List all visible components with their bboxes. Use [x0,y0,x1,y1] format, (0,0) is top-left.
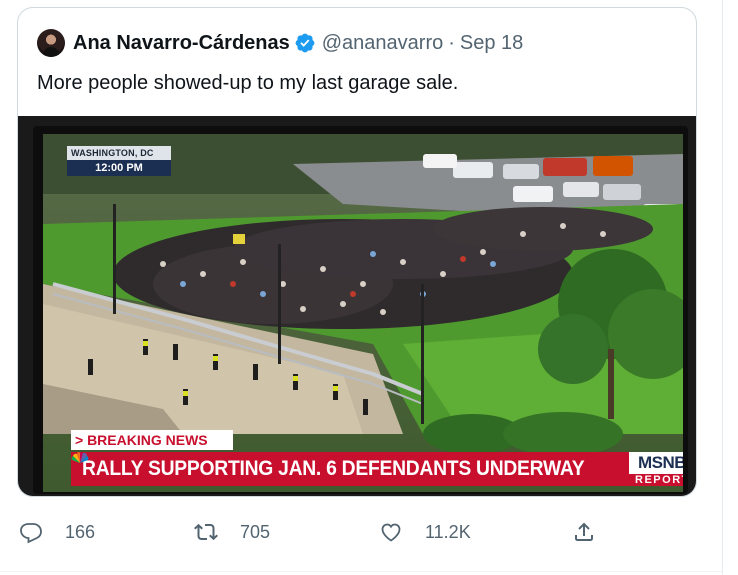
news-chyron: RALLY SUPPORTING JAN. 6 DEFENDANTS UNDER… [71,452,683,486]
quoted-tweet-header: Ana Navarro-Cárdenas @ananavarro · Sep 1… [37,27,523,59]
tv-screen: WASHINGTON, DC 12:00 PM > BREAKING NEWS … [43,134,683,492]
peacock-icon [71,452,89,463]
user-handle[interactable]: @ananavarro [322,32,443,55]
like-button[interactable]: 11.2K [379,514,471,550]
display-name[interactable]: Ana Navarro-Cárdenas [73,32,290,55]
retweet-icon [194,523,218,541]
separator-dot: · [448,31,455,54]
reply-button[interactable]: 166 [19,514,95,550]
like-count: 11.2K [425,521,471,542]
news-locator: WASHINGTON, DC 12:00 PM [67,146,171,176]
quoted-tweet-card[interactable]: Ana Navarro-Cárdenas @ananavarro · Sep 1… [17,7,697,497]
reports-label: REPORTS [629,473,683,486]
locator-time: 12:00 PM [67,160,171,176]
share-button[interactable] [572,514,596,550]
chyron-headline: RALLY SUPPORTING JAN. 6 DEFENDANTS UNDER… [82,457,585,480]
tweet-actions: 166 705 11.2K [17,514,617,550]
msnbc-wordmark: MSNBC [637,452,683,472]
heart-icon [381,523,401,542]
retweet-count: 705 [240,521,271,542]
tweet-media[interactable]: WASHINGTON, DC 12:00 PM > BREAKING NEWS … [18,116,696,496]
locator-city: WASHINGTON, DC [67,146,171,160]
tv-frame: WASHINGTON, DC 12:00 PM > BREAKING NEWS … [33,126,688,494]
reply-count: 166 [65,521,96,542]
tweet-divider [0,571,722,572]
tweet-date[interactable]: Sep 18 [460,32,523,55]
share-icon [575,522,593,541]
timeline-border [722,0,723,575]
breaking-news-label: > BREAKING NEWS [71,430,233,450]
msnbc-reports-logo: MSNBC REPORTS [71,452,683,486]
verified-badge-icon [294,32,316,54]
quoted-tweet-text: More people showed-up to my last garage … [37,72,459,94]
reply-icon [20,523,42,544]
retweet-button[interactable]: 705 [194,514,270,550]
avatar[interactable] [37,29,65,57]
